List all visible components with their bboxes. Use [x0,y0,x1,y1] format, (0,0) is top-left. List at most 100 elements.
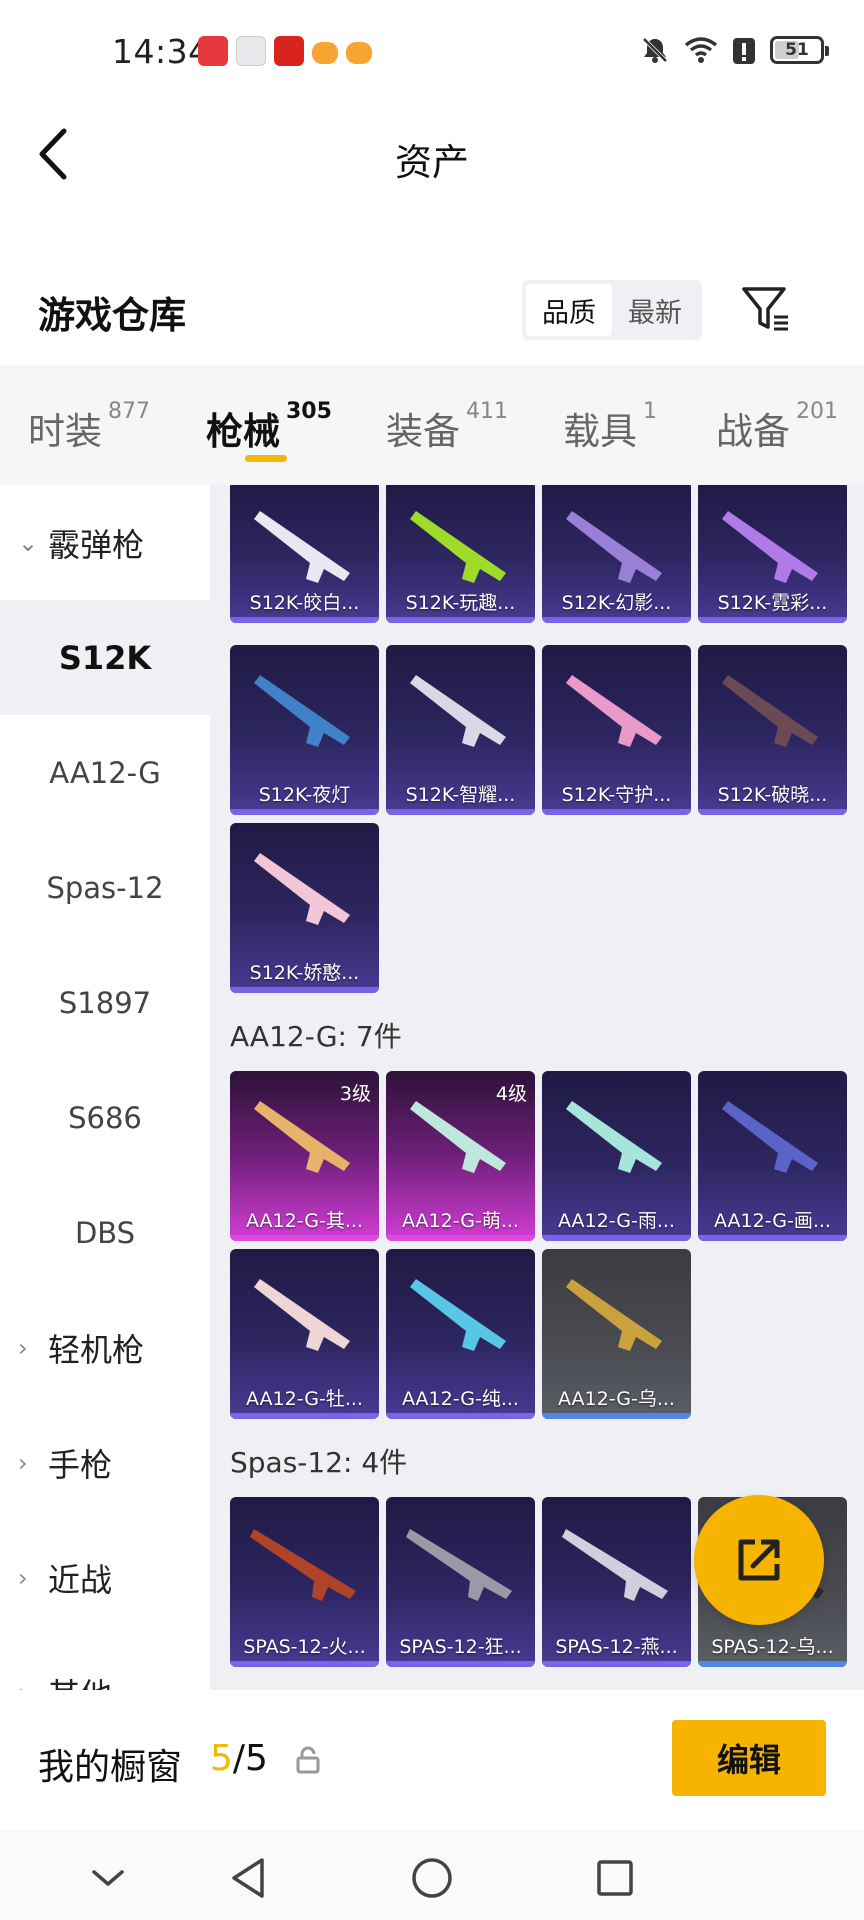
item-tile[interactable]: S12K-皎白... [230,485,379,623]
item-tile[interactable]: AA12-G-画... [698,1071,847,1241]
item-name: S12K-玩趣... [405,592,516,614]
shotgun-icon [410,675,506,747]
battery-icon: 51 [770,36,829,64]
rarity-bar [386,1413,535,1419]
tab-equipment[interactable]: 装备 411 [386,399,508,455]
tab-vehicles[interactable]: 载具 1 [563,399,657,455]
sidebar-group-shotgun[interactable]: ⌄ 霰弹枪 [0,485,210,600]
tab-label: 载具 [563,410,637,453]
tab-gear[interactable]: 战备 201 [716,399,838,455]
chevron-down-icon [92,1870,124,1886]
nav-back-button[interactable] [218,1848,278,1908]
home-circle-icon [412,1858,452,1898]
sort-newest-option[interactable]: 最新 [612,284,698,336]
share-icon [738,1539,780,1581]
sidebar-item-s12k[interactable]: S12K [0,600,210,715]
item-name: S12K-皎白... [249,592,360,614]
share-fab[interactable] [694,1495,824,1625]
tab-count: 1 [643,399,657,424]
group-label-aa12g: AA12-G: 7件 [230,1020,402,1053]
rarity-bar [386,1235,535,1241]
rarity-bar [230,987,379,993]
item-tile[interactable]: SPAS-12-狂... [386,1497,535,1667]
item-tile[interactable]: S12K-娇憨... [230,823,379,993]
shotgun-icon [254,675,350,747]
sidebar-item-s686[interactable]: S686 [0,1060,210,1175]
item-name: SPAS-12-乌... [711,1636,834,1658]
tab-count: 411 [466,399,508,424]
filter-button[interactable] [736,279,796,339]
item-name: AA12-G-萌... [402,1210,519,1232]
item-name: AA12-G-纯... [402,1388,519,1410]
sidebar-item-spas12[interactable]: Spas-12 [0,830,210,945]
item-tile[interactable]: AA12-G-乌... [542,1249,691,1419]
item-name: AA12-G-牡... [246,1388,363,1410]
tab-count: 305 [286,399,332,424]
shotgun-icon [566,675,662,747]
lock-icon [296,1746,320,1774]
sidebar-group-lmg[interactable]: › 轻机枪 [0,1290,210,1405]
shotgun-icon [410,1279,506,1351]
rarity-bar [542,1413,691,1419]
mute-icon [640,34,670,66]
shotgun-icon [722,511,818,583]
tab-firearms[interactable]: 枪械 305 [206,399,332,455]
tab-label: 枪械 [206,410,280,453]
showcase-count: 5/5 [210,1738,268,1779]
sidebar-group-label: 轻机枪 [48,1330,145,1369]
sort-quality-option[interactable]: 品质 [526,284,612,336]
warehouse-title: 游戏仓库 [38,294,186,337]
rarity-bar [230,1413,379,1419]
tab-label: 时装 [28,410,102,453]
sidebar-group-melee[interactable]: › 近战 [0,1520,210,1635]
item-tile[interactable]: S12K-智耀... [386,645,535,815]
wifi-icon [684,34,718,66]
chevron-right-icon: › [18,1679,48,1691]
rarity-bar [230,1235,379,1241]
item-name: S12K-智耀... [405,784,516,806]
sidebar-group-label: 近战 [48,1560,113,1599]
nav-collapse-button[interactable] [78,1848,138,1908]
item-tile[interactable]: S12K-破晓... [698,645,847,815]
item-name: S12K-幻影... [561,592,672,614]
item-tile[interactable]: 4级 AA12-G-萌... [386,1071,535,1241]
sort-toggle: 品质 最新 [522,280,702,340]
nav-recents-button[interactable] [585,1848,645,1908]
item-tile[interactable]: S12K-霓彩... [698,485,847,623]
sidebar-group-other[interactable]: › 其他 [0,1635,210,1691]
item-tile[interactable]: 3级 AA12-G-其... [230,1071,379,1241]
item-tile[interactable]: S12K-守护... [542,645,691,815]
cat-app-icon [312,42,338,64]
sidebar-item-aa12g[interactable]: AA12-G [0,715,210,830]
nav-home-button[interactable] [402,1848,462,1908]
box-app-icon [236,36,266,66]
item-name: AA12-G-乌... [558,1388,675,1410]
item-tile[interactable]: AA12-G-雨... [542,1071,691,1241]
shotgun-icon [254,1279,350,1351]
rarity-bar [698,1661,847,1667]
cat-app-icon [346,42,372,64]
edit-button[interactable]: 编辑 [672,1720,826,1796]
filter-icon [742,287,788,331]
status-time: 14:34 [112,32,210,71]
item-tile[interactable]: S12K-幻影... [542,485,691,623]
sidebar-group-pistol[interactable]: › 手枪 [0,1405,210,1520]
item-tile[interactable]: AA12-G-纯... [386,1249,535,1419]
rarity-bar [542,617,691,623]
sidebar-group-label: 霰弹枪 [48,525,145,564]
sidebar-item-dbs[interactable]: DBS [0,1175,210,1290]
battery-level: 51 [785,40,809,60]
showcase-label: 我的橱窗 [38,1747,183,1788]
shotgun-icon [254,511,350,583]
shotgun-icon [250,1529,356,1601]
item-name: S12K-夜灯 [258,784,351,806]
item-tile[interactable]: S12K-夜灯 [230,645,379,815]
tab-fashion[interactable]: 时装 877 [28,399,150,455]
item-tile[interactable]: SPAS-12-燕... [542,1497,691,1667]
item-tile[interactable]: SPAS-12-火... [230,1497,379,1667]
item-tile[interactable]: S12K-玩趣... [386,485,535,623]
group-label-spas12: Spas-12: 4件 [230,1446,408,1479]
shotgun-icon [722,675,818,747]
item-tile[interactable]: AA12-G-牡... [230,1249,379,1419]
sidebar-item-s1897[interactable]: S1897 [0,945,210,1060]
